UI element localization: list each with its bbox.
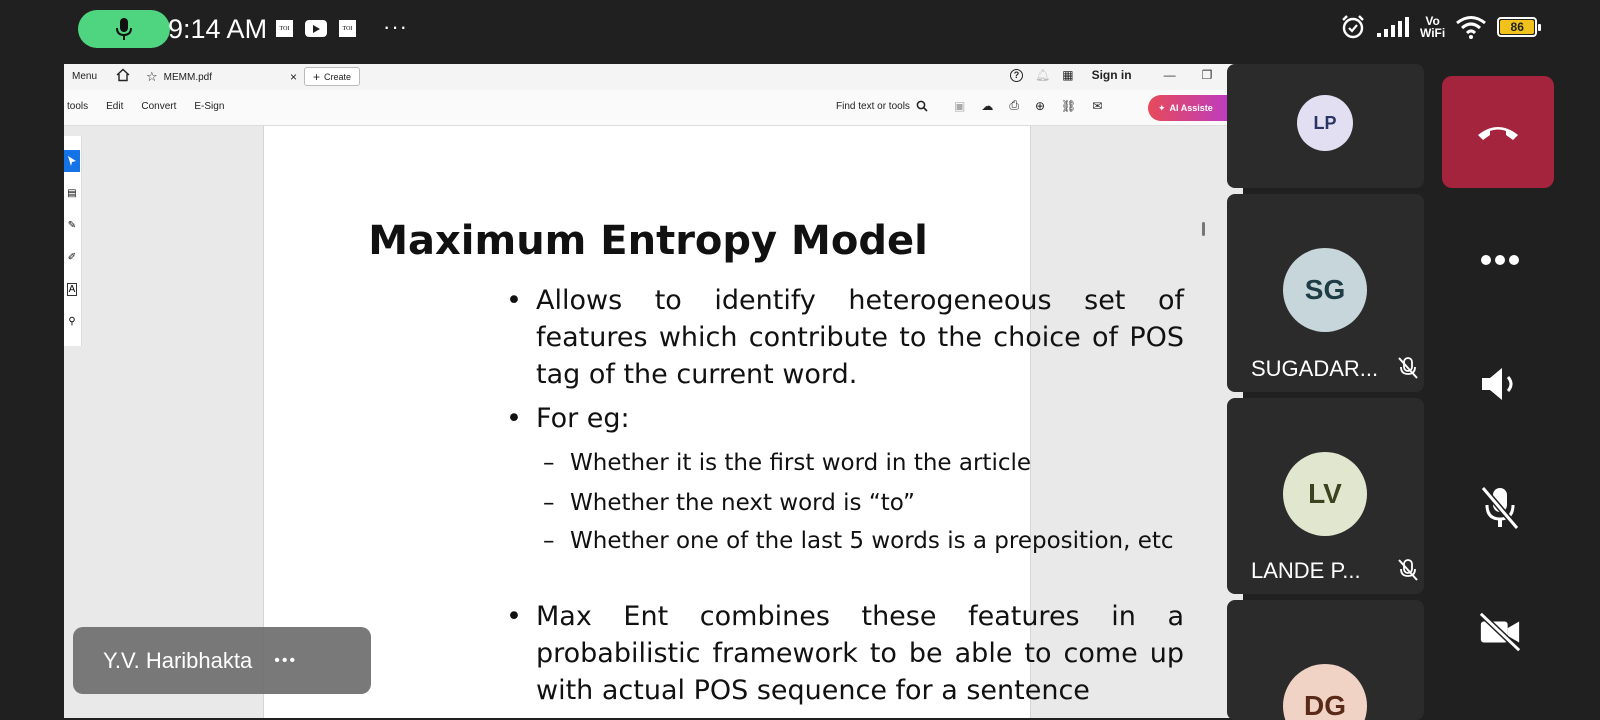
clock: 9:14 AM — [168, 14, 268, 44]
more-options-icon[interactable]: ••• — [274, 652, 297, 670]
text-tool-icon[interactable]: A — [64, 278, 80, 300]
toolbar-menu: tools Edit Convert E-Sign — [67, 101, 224, 112]
minimize-icon[interactable]: — — [1164, 68, 1176, 82]
notification-icons: TOI TOI — [276, 20, 356, 37]
more-options-button[interactable] — [1478, 238, 1522, 282]
phone-hangup-icon — [1478, 127, 1518, 140]
avatar: DG — [1283, 664, 1367, 720]
avatar: LV — [1283, 452, 1367, 536]
system-icons: Vo WiFi 86 — [1340, 14, 1542, 40]
participant-tile-sg[interactable]: SG SUGADAR... — [1227, 194, 1424, 392]
toolbar-item-convert[interactable]: Convert — [141, 101, 176, 112]
toi-icon: TOI — [339, 20, 356, 37]
bullet-2: • For eg: — [506, 403, 630, 434]
create-button[interactable]: + Create — [304, 67, 360, 86]
acrobat-titlebar: Menu ☆ MEMM.pdf × + Create ? 🔔︎ ▦ Sign i… — [64, 64, 1243, 90]
home-icon[interactable] — [116, 68, 130, 82]
print-icon[interactable]: ⎙ — [1009, 98, 1019, 113]
search-icon — [916, 100, 928, 112]
document-tab[interactable]: ☆ MEMM.pdf — [146, 64, 306, 90]
toolbar-item-edit[interactable]: Edit — [106, 101, 123, 112]
ai-sparkle-icon: ✦ — [1158, 102, 1166, 113]
mic-off-icon — [1480, 486, 1520, 530]
participant-tile-lv[interactable]: LV LANDE P... — [1227, 398, 1424, 594]
document-tab-label: MEMM.pdf — [163, 71, 212, 83]
sub-bullet-3: – Whether one of the last 5 words is a p… — [543, 528, 1174, 554]
mic-muted-icon — [1398, 559, 1418, 581]
link-icon[interactable]: ⛓ — [1061, 99, 1076, 113]
vowifi-icon: Vo WiFi — [1420, 14, 1446, 40]
zoom-icon[interactable]: ⊕ — [1035, 99, 1045, 113]
apps-grid-icon[interactable]: ▦ — [1062, 68, 1073, 82]
camera-toggle-button[interactable] — [1478, 610, 1522, 654]
sign-in-button[interactable]: Sign in — [1092, 68, 1132, 82]
sub-bullet-2: – Whether the next word is “to” — [543, 490, 915, 516]
avatar: LP — [1297, 95, 1353, 151]
toi-icon: TOI — [276, 20, 293, 37]
avatar: SG — [1283, 248, 1367, 332]
participant-name: LANDE P... — [1251, 558, 1361, 583]
status-bar: 9:14 AM TOI TOI ··· Vo WiFi 86 — [0, 0, 1600, 62]
pdf-page: Maximum Entropy Model • Allows to identi… — [263, 126, 1184, 718]
bullet-1: • Allows to identify heterogeneous set o… — [506, 285, 1184, 390]
presenter-name-chip[interactable]: Y.V. Haribhakta ••• — [73, 627, 371, 694]
toolbar-item-tools[interactable]: tools — [67, 101, 88, 112]
mic-icon — [116, 18, 132, 40]
star-icon[interactable]: ☆ — [146, 69, 158, 85]
wifi-icon — [1456, 16, 1487, 39]
youtube-icon — [305, 20, 327, 37]
bell-icon[interactable]: 🔔︎ — [1035, 68, 1050, 82]
menu-button[interactable]: Menu — [72, 71, 97, 82]
battery-level: 86 — [1500, 20, 1535, 34]
mail-icon[interactable]: ✉ — [1092, 99, 1102, 113]
acrobat-toolbar: tools Edit Convert E-Sign Find text or t… — [64, 90, 1243, 126]
microphone-toggle-button[interactable] — [1478, 486, 1522, 530]
select-tool-icon[interactable] — [64, 150, 80, 172]
camera-off-icon — [1478, 611, 1522, 653]
screen: 9:14 AM TOI TOI ··· Vo WiFi 86 Menu ☆ ME… — [0, 0, 1600, 720]
participant-tile-dg[interactable]: DG — [1227, 600, 1424, 720]
find-tools[interactable]: Find text or tools — [836, 100, 928, 112]
battery-icon: 86 — [1497, 17, 1542, 37]
bullet-3: • Max Ent combines these features in a p… — [506, 601, 1184, 706]
pen-tool-icon[interactable]: ✎ — [64, 214, 80, 236]
mic-muted-icon — [1398, 357, 1418, 379]
slide-title: Maximum Entropy Model — [368, 218, 928, 264]
more-horizontal-icon — [1481, 255, 1519, 265]
alarm-icon — [1342, 15, 1364, 39]
stamp-tool-icon[interactable]: ⚲ — [64, 310, 80, 332]
hang-up-button[interactable] — [1442, 76, 1554, 188]
titlebar-right: ? 🔔︎ ▦ Sign in — ❐ — [1010, 68, 1212, 82]
signal-icon — [1377, 17, 1409, 37]
more-notifications-icon: ··· — [383, 14, 408, 39]
speaker-button[interactable] — [1478, 362, 1522, 406]
help-icon[interactable]: ? — [1010, 68, 1023, 82]
sub-bullet-1: – Whether it is the first word in the ar… — [543, 450, 1032, 476]
speaker-icon — [1482, 368, 1513, 400]
participant-name: SUGADAR... — [1251, 356, 1379, 381]
scrollbar-thumb[interactable] — [1202, 222, 1205, 236]
comment-tool-icon[interactable]: ▤ — [64, 182, 80, 204]
tool-rail: ▤ ✎ ✐ A ⚲ — [64, 136, 82, 346]
toolbar-icons: ▣ ☁ ⎙ ⊕ ⛓ ✉ — [954, 98, 1102, 113]
shared-screen: Menu ☆ MEMM.pdf × + Create ? 🔔︎ ▦ Sign i… — [64, 64, 1243, 718]
close-tab-icon[interactable]: × — [290, 70, 297, 84]
restore-icon[interactable]: ❐ — [1202, 68, 1213, 82]
plus-icon: + — [312, 69, 320, 84]
save-icon[interactable]: ▣ — [954, 99, 965, 113]
presenter-name: Y.V. Haribhakta — [103, 647, 253, 673]
toolbar-item-esign[interactable]: E-Sign — [194, 101, 224, 112]
participant-tile-lp[interactable]: LP — [1227, 64, 1424, 188]
draw-tool-icon[interactable]: ✐ — [64, 246, 80, 268]
mic-active-indicator[interactable] — [78, 10, 170, 48]
upload-cloud-icon[interactable]: ☁ — [981, 99, 993, 113]
